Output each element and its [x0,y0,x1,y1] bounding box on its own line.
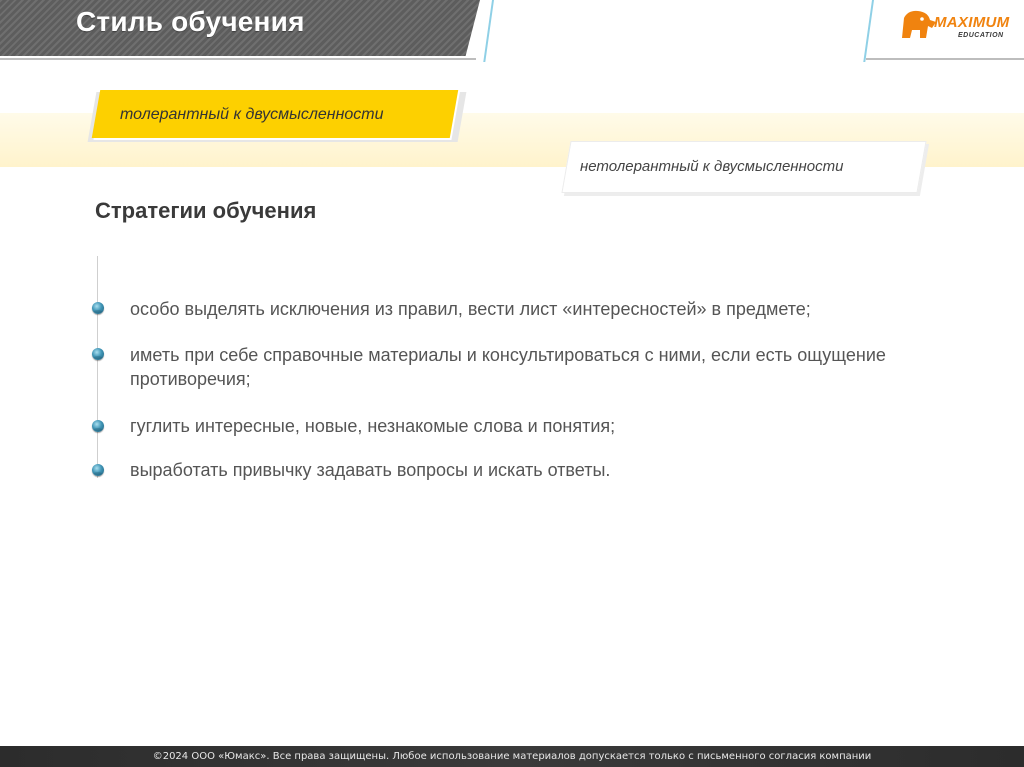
list-item: гуглить интересные, новые, незнакомые сл… [130,416,616,436]
logo-wordmark: MAXIMUM [934,14,1010,31]
header-divider [0,58,476,60]
bullet-timeline [97,256,98,478]
bullet-icon [92,302,104,314]
footer-bar: ©2024 ООО «Юмакс». Все права защищены. Л… [0,746,1024,767]
bullet-icon [92,420,104,432]
logo-subtitle: EDUCATION [958,32,1004,39]
elephant-logo-icon [902,10,936,38]
tolerant-tag-label: толерантный к двусмысленности [120,106,384,123]
list-item: выработать привычку задавать вопросы и и… [130,460,611,480]
page-title: Стиль обучения [76,6,305,37]
logo-accent-line [863,0,892,62]
list-item: иметь при себе справочные материалы и ко… [130,345,886,389]
company-logo: MAXIMUM EDUCATION [890,2,1024,64]
bullet-icon [92,464,104,476]
copyright-text: ©2024 ООО «Юмакс». Все права защищены. Л… [152,751,872,762]
intolerant-tag-label: нетолерантный к двусмысленности [580,158,844,175]
section-heading: Стратегии обучения [95,198,317,223]
slide: Стиль обучения MAXIMUM EDUCATION толеран… [0,0,1024,767]
bullet-icon [92,348,104,360]
list-item: особо выделять исключения из правил, вес… [130,299,811,319]
